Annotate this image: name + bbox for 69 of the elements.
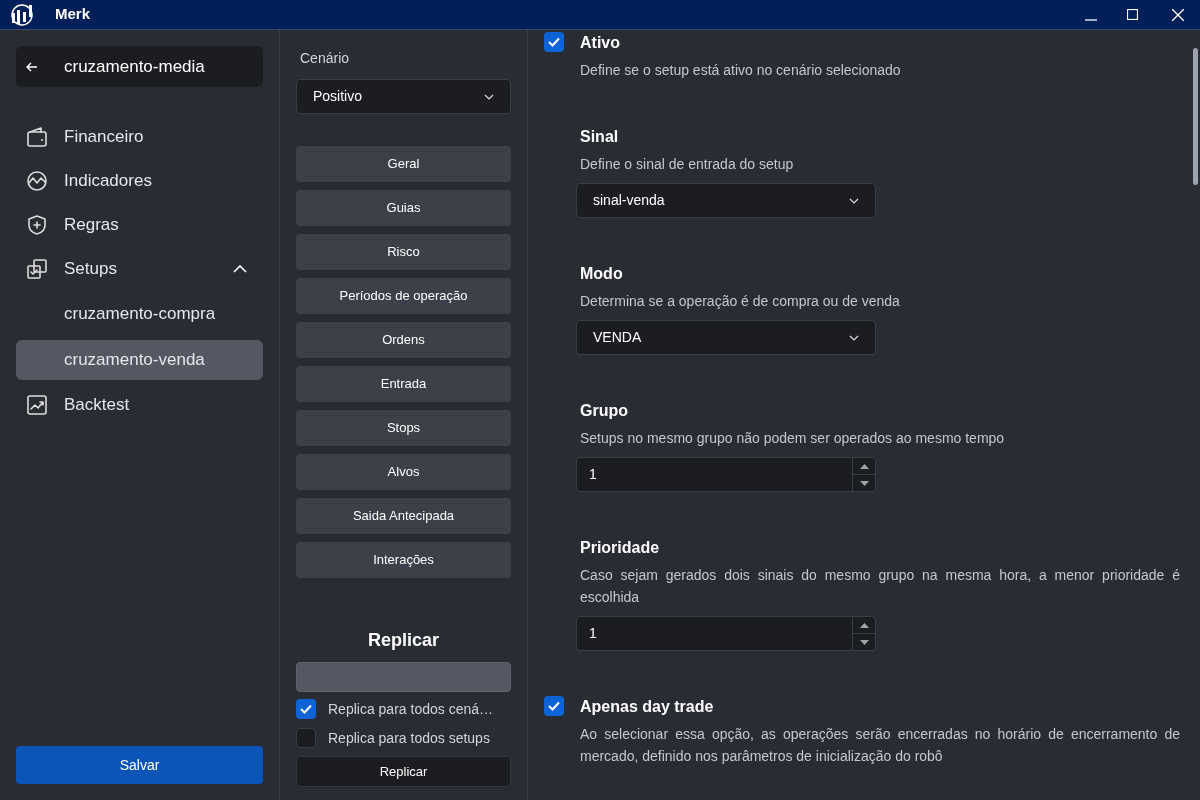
- select-field[interactable]: sinal-venda: [576, 183, 876, 218]
- close-icon[interactable]: [1172, 8, 1184, 21]
- number-field[interactable]: 1: [576, 616, 876, 651]
- setting-description: Ao selecionar essa opção, as operações serão encerradas no horário de encerramento de mercado, definido nos parâmetros de inicialização do robô: [580, 725, 1180, 766]
- nav-item[interactable]: Financeiro: [16, 118, 263, 156]
- checkmark-icon: [548, 37, 560, 47]
- checkbox[interactable]: [296, 699, 316, 719]
- nav-subitem[interactable]: cruzamento-compra: [16, 294, 263, 334]
- setting-title: Sinal: [580, 127, 620, 147]
- chevron-up-icon: [233, 265, 247, 273]
- setting-title: Apenas day trade: [580, 697, 715, 717]
- nav-item[interactable]: Setups: [16, 250, 263, 288]
- setting-title: Modo: [580, 264, 624, 284]
- replicate-title: Replicar: [366, 629, 440, 652]
- number-field[interactable]: 1: [576, 457, 876, 492]
- select-field[interactable]: VENDA: [576, 320, 876, 355]
- triangle-up-icon: [859, 463, 869, 469]
- setting-description: Define o sinal de entrada do setup: [580, 155, 795, 174]
- checkmark-icon: [300, 704, 312, 714]
- section-button[interactable]: Interações: [296, 542, 511, 578]
- section-button[interactable]: Alvos: [296, 454, 511, 490]
- section-button[interactable]: Stops: [296, 410, 511, 446]
- replicate-field[interactable]: [296, 662, 511, 692]
- section-button[interactable]: Ordens: [296, 322, 511, 358]
- scrollbar-thumb[interactable]: [1193, 48, 1198, 185]
- checkbox[interactable]: [544, 696, 564, 716]
- section-button[interactable]: Saida Antecipada: [296, 498, 511, 534]
- back-header[interactable]: cruzamento-media: [16, 46, 263, 87]
- chevron-down-icon: [849, 197, 859, 204]
- nav-item[interactable]: Regras: [16, 206, 263, 244]
- nav-item[interactable]: Backtest: [16, 386, 263, 424]
- replicate-button[interactable]: Replicar: [296, 756, 511, 787]
- checkbox[interactable]: [544, 32, 564, 52]
- section-button[interactable]: Entrada: [296, 366, 511, 402]
- trend-chart-icon: [26, 394, 48, 416]
- section-button[interactable]: Períodos de operação: [296, 278, 511, 314]
- scenario-select[interactable]: Positivo: [296, 79, 511, 114]
- wallet-icon: [26, 126, 48, 148]
- checked-squares-icon: [26, 258, 48, 280]
- setting-title: Grupo: [580, 401, 629, 421]
- checkbox[interactable]: [296, 728, 316, 748]
- setting-description: Determina se a operação é de compra ou de venda: [580, 292, 901, 311]
- checkbox-label: Replica para todos cená…: [328, 699, 493, 719]
- shield-plus-icon: [26, 214, 48, 236]
- maximize-icon[interactable]: [1127, 9, 1138, 20]
- save-button[interactable]: Salvar: [16, 746, 263, 784]
- triangle-up-icon: [859, 622, 869, 628]
- checkbox-label: Replica para todos setups: [328, 728, 490, 748]
- section-button[interactable]: Guias: [296, 190, 511, 226]
- checkmark-icon: [548, 701, 560, 711]
- chevron-down-icon: [484, 93, 494, 100]
- triangle-down-icon: [859, 480, 869, 486]
- nav-subitem[interactable]: cruzamento-venda: [16, 340, 263, 380]
- chevron-down-icon: [849, 334, 859, 341]
- scenario-label: Cenário: [300, 49, 351, 68]
- line-chart-icon: [26, 170, 48, 192]
- setting-title: Ativo: [580, 33, 621, 53]
- section-button[interactable]: Risco: [296, 234, 511, 270]
- window-title: Merk: [55, 4, 91, 25]
- nav-item[interactable]: Indicadores: [16, 162, 263, 200]
- logo-icon: [9, 2, 35, 27]
- setting-description: Define se o setup está ativo no cenário selecionado: [580, 61, 902, 80]
- section-button[interactable]: Geral: [296, 146, 511, 182]
- setup-title: cruzamento-media: [64, 55, 205, 78]
- back-arrow-icon: [26, 61, 38, 72]
- setting-description: Caso sejam gerados dois sinais do mesmo grupo na mesma hora, a menor prioridade é escolhida: [580, 566, 1180, 607]
- setting-description: Setups no mesmo grupo não podem ser operados ao mesmo tempo: [580, 429, 1006, 448]
- triangle-down-icon: [859, 639, 869, 645]
- setting-title: Prioridade: [580, 538, 661, 558]
